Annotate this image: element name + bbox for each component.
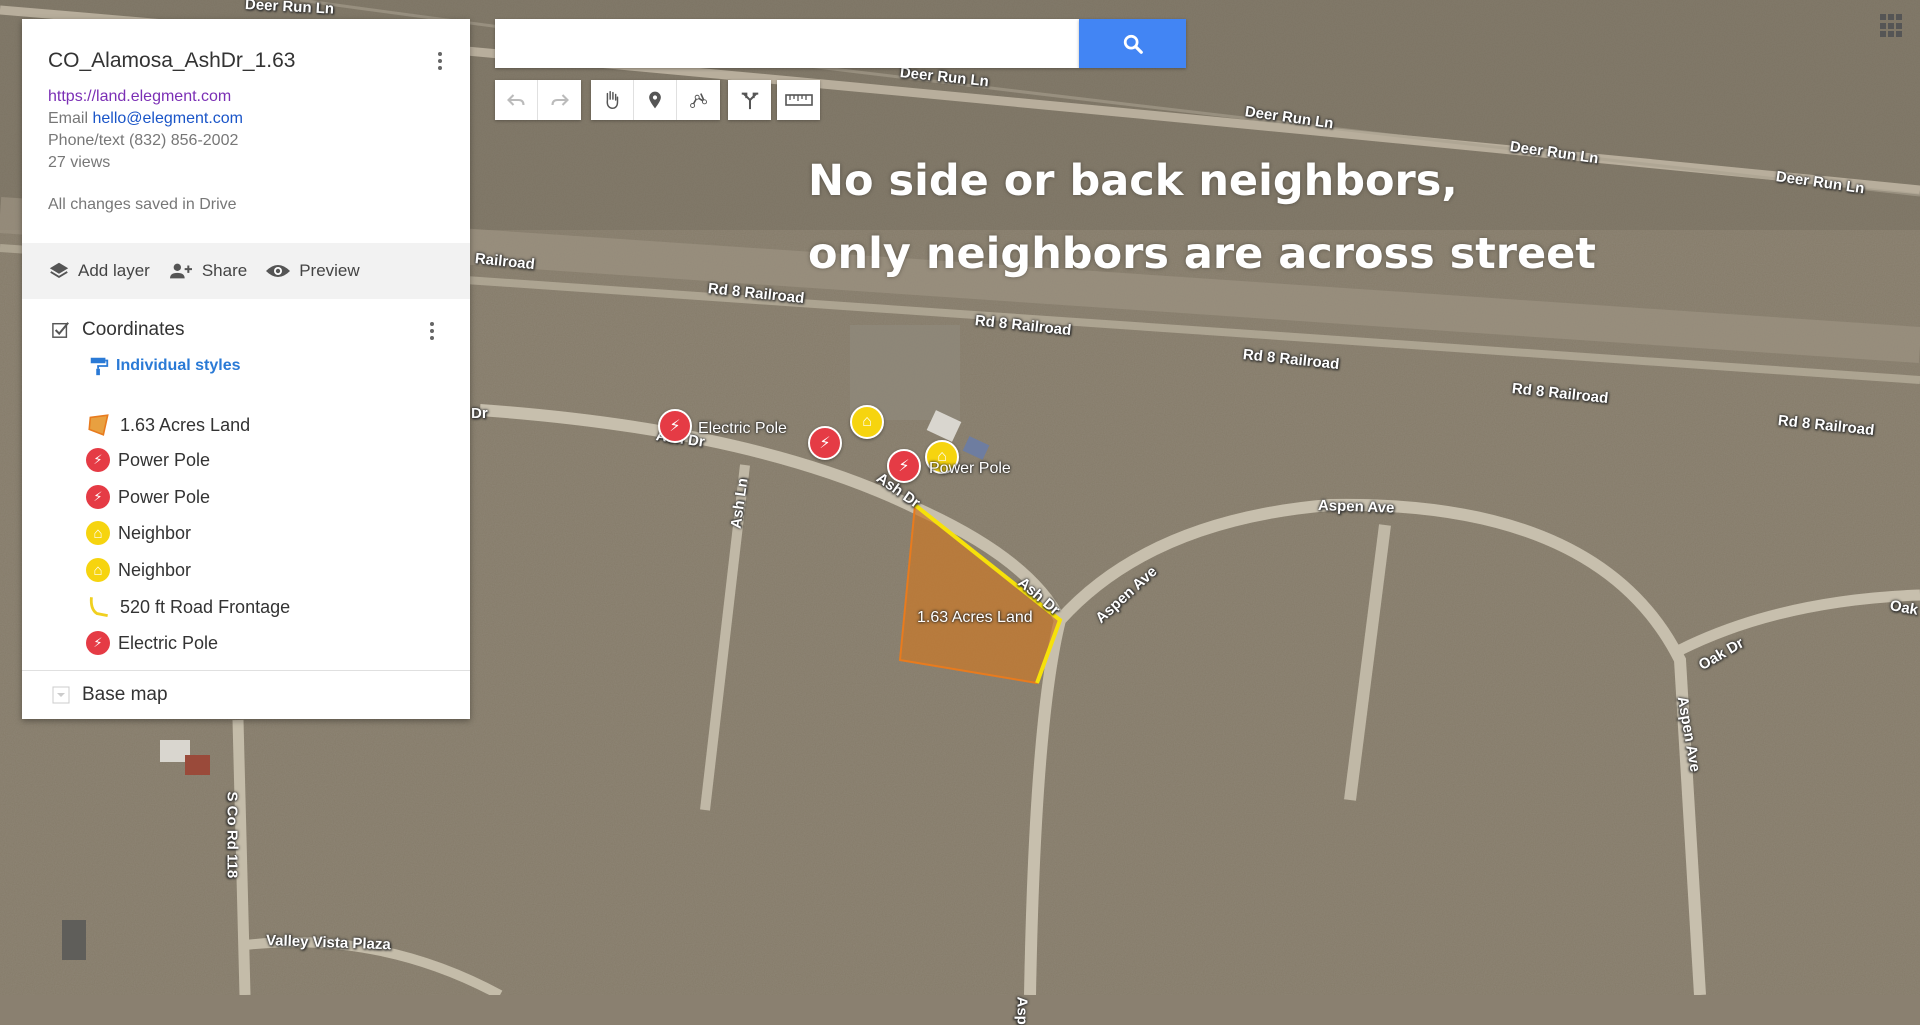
layers-icon xyxy=(49,262,69,279)
feature-label: Power Pole xyxy=(118,449,211,470)
email-link[interactable]: hello@elegment.com xyxy=(92,110,243,127)
directions-button[interactable] xyxy=(728,80,771,120)
feature-label: 1.63 Acres Land xyxy=(120,414,251,435)
feature-label: Neighbor xyxy=(118,559,192,580)
draw-line-icon xyxy=(689,93,707,108)
power-pole-icon: ⚡ xyxy=(86,485,110,509)
power-pole-icon: ⚡ xyxy=(86,631,110,655)
line-icon xyxy=(89,597,108,618)
measure-button[interactable] xyxy=(777,80,820,120)
paint-roller-icon xyxy=(90,357,109,376)
select-pan-button[interactable] xyxy=(591,80,634,120)
redo-button[interactable] xyxy=(538,80,581,120)
feature-label: Electric Pole xyxy=(118,632,219,653)
map-options-menu[interactable] xyxy=(430,47,450,75)
save-status: All changes saved in Drive xyxy=(48,196,237,213)
layer-visibility-checkbox[interactable] xyxy=(52,321,70,339)
panel-actions-bar: Add layer Share Preview xyxy=(22,243,470,299)
road-label-aspen-ave: Asp xyxy=(1013,996,1031,1025)
road-label-dr: Dr xyxy=(471,405,488,422)
directions-group xyxy=(728,80,771,120)
ruler-group xyxy=(777,80,820,120)
website-link[interactable]: https://land.elegment.com xyxy=(48,88,231,105)
house-icon: ⌂ xyxy=(86,558,110,582)
individual-styles-link[interactable]: Individual styles xyxy=(88,355,240,377)
map-title[interactable]: CO_Alamosa_AshDr_1.63 xyxy=(48,49,295,73)
undo-button[interactable] xyxy=(495,80,538,120)
feature-label: Neighbor xyxy=(118,522,192,543)
individual-styles-label: Individual styles xyxy=(116,357,241,374)
annotation-line-1: No side or back neighbors, xyxy=(808,156,1458,206)
add-person-icon xyxy=(169,263,192,279)
hand-icon xyxy=(606,91,619,109)
power-pole-marker[interactable]: ⚡ xyxy=(887,449,921,483)
power-pole-icon: ⚡ xyxy=(669,418,681,435)
add-layer-label: Add layer xyxy=(78,261,150,280)
views-count: 27 views xyxy=(48,154,111,171)
panel-divider xyxy=(22,670,470,671)
feature-item[interactable]: ⌂ Neighbor xyxy=(86,558,191,582)
phone-text: Phone/text (832) 856-2002 xyxy=(48,132,239,149)
add-layer-button[interactable]: Add layer xyxy=(48,260,150,282)
feature-item[interactable]: 520 ft Road Frontage xyxy=(86,594,290,620)
power-pole-icon: ⚡ xyxy=(819,435,831,452)
feature-item[interactable]: ⚡ Power Pole xyxy=(86,448,210,472)
share-button[interactable]: Share xyxy=(168,260,247,282)
layer-options-menu[interactable] xyxy=(422,317,442,345)
search-icon xyxy=(1123,34,1143,54)
directions-icon xyxy=(741,92,758,110)
feature-item[interactable]: ⚡ Electric Pole xyxy=(86,631,218,655)
power-pole-icon: ⚡ xyxy=(898,458,910,475)
chevron-down-icon xyxy=(52,686,70,704)
layer-header: Coordinates xyxy=(52,319,184,341)
preview-button[interactable]: Preview xyxy=(265,261,360,281)
layer-title[interactable]: Coordinates xyxy=(82,319,184,341)
base-map-label: Base map xyxy=(82,684,168,705)
base-map-toggle[interactable]: Base map xyxy=(52,684,168,706)
feature-item[interactable]: ⚡ Power Pole xyxy=(86,485,210,509)
house-icon: ⌂ xyxy=(86,521,110,545)
apps-grid-icon[interactable] xyxy=(1880,14,1904,38)
email-label: Email xyxy=(48,110,89,127)
draw-tools-group xyxy=(591,80,720,120)
search-input[interactable] xyxy=(495,19,1079,68)
eye-icon xyxy=(266,265,291,277)
add-marker-button[interactable] xyxy=(634,80,677,120)
neighbor-marker[interactable]: ⌂ xyxy=(850,405,884,439)
feature-item[interactable]: 1.63 Acres Land xyxy=(86,412,250,438)
share-label: Share xyxy=(201,261,248,280)
ruler-icon xyxy=(784,94,813,106)
feature-label: Power Pole xyxy=(118,486,211,507)
feature-item[interactable]: ⌂ Neighbor xyxy=(86,521,191,545)
annotation-line-2: only neighbors are across street xyxy=(808,229,1596,279)
electric-pole-label: Electric Pole xyxy=(698,420,787,437)
electric-pole-marker[interactable]: ⚡ xyxy=(658,409,692,443)
road-label-co-rd: S Co Rd 118 xyxy=(223,791,241,879)
map-details-panel: CO_Alamosa_AshDr_1.63 https://land.elegm… xyxy=(22,19,470,719)
marker-icon xyxy=(649,91,661,109)
search-button[interactable] xyxy=(1079,19,1186,68)
undo-redo-group xyxy=(495,80,581,120)
redo-icon xyxy=(550,94,569,106)
house-icon: ⌂ xyxy=(862,413,872,430)
map-description[interactable]: https://land.elegment.com Email hello@el… xyxy=(48,86,243,174)
polygon-icon xyxy=(88,414,109,436)
power-pole-icon: ⚡ xyxy=(86,448,110,472)
preview-label: Preview xyxy=(299,261,360,280)
parcel-label: 1.63 Acres Land xyxy=(917,609,1033,626)
power-pole-marker[interactable]: ⚡ xyxy=(808,426,842,460)
power-pole-label: Power Pole xyxy=(929,460,1011,477)
road-label-aspen-ave: Aspen Ave xyxy=(1317,497,1395,517)
undo-icon xyxy=(507,94,525,106)
feature-label: 520 ft Road Frontage xyxy=(120,596,291,617)
draw-line-button[interactable] xyxy=(677,80,720,120)
checkbox-checked-icon xyxy=(52,322,69,338)
